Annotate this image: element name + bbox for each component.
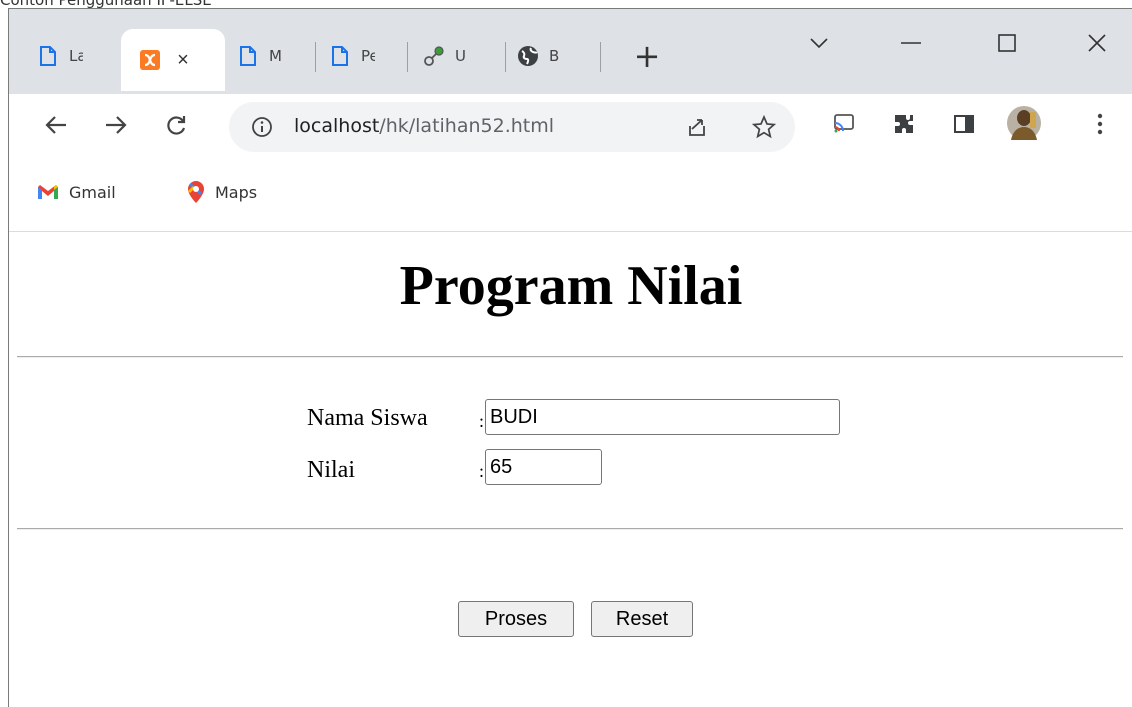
tab-title: Pe xyxy=(361,47,375,65)
page-content: Program Nilai Nama Siswa : Nilai : Prose… xyxy=(9,232,1132,707)
gmail-icon xyxy=(37,184,59,200)
extensions-icon[interactable] xyxy=(889,109,919,139)
tab-title: La xyxy=(69,47,83,65)
arrow-left-icon xyxy=(45,116,66,134)
tab-1[interactable]: La xyxy=(37,33,83,79)
page-title: Program Nilai xyxy=(399,255,743,317)
browser-toolbar: localhost/hk/latihan52.html xyxy=(9,94,1132,158)
globe-icon xyxy=(517,45,539,67)
tab-title: M xyxy=(269,47,282,65)
tab-title: B xyxy=(549,47,560,65)
tab-6[interactable]: B xyxy=(517,33,563,79)
close-tab-button[interactable]: × xyxy=(171,49,195,72)
url-path: /hk/latihan52.html xyxy=(379,115,555,137)
arrow-right-icon xyxy=(106,116,127,134)
browser-window: La × M Pe U xyxy=(8,8,1132,707)
window-close-button[interactable] xyxy=(1073,23,1121,63)
address-bar[interactable]: localhost/hk/latihan52.html xyxy=(229,102,795,152)
page-icon xyxy=(329,45,351,67)
tab-title: U xyxy=(455,47,466,65)
tab-separator xyxy=(505,42,506,72)
share-icon[interactable] xyxy=(684,114,710,140)
bookmark-label: Maps xyxy=(215,182,258,202)
tab-5[interactable]: U xyxy=(423,33,469,79)
star-icon[interactable] xyxy=(751,114,777,140)
xampp-icon xyxy=(139,49,161,71)
reload-icon xyxy=(167,116,186,135)
page-icon xyxy=(37,45,59,67)
tab-3[interactable]: M xyxy=(237,33,283,79)
reset-button[interactable]: Reset xyxy=(591,601,693,637)
maximize-button[interactable] xyxy=(983,23,1031,63)
name-input[interactable] xyxy=(485,399,840,435)
info-icon[interactable] xyxy=(251,116,273,138)
back-button[interactable] xyxy=(39,108,73,142)
bookmarks-bar: Gmail Maps xyxy=(9,158,1132,232)
chevron-down-icon xyxy=(810,38,828,49)
avatar[interactable] xyxy=(1007,106,1041,140)
link-icon xyxy=(423,45,445,67)
score-input[interactable] xyxy=(485,449,602,485)
name-label: Nama Siswa xyxy=(307,405,428,431)
side-panel-icon[interactable] xyxy=(949,109,979,139)
minimize-icon xyxy=(901,42,921,44)
minimize-button[interactable] xyxy=(887,23,935,63)
menu-icon[interactable] xyxy=(1085,109,1115,139)
tab-4[interactable]: Pe xyxy=(329,33,375,79)
new-tab-button[interactable]: + xyxy=(632,40,662,72)
bookmark-gmail[interactable]: Gmail xyxy=(37,177,116,207)
tab-strip: La × M Pe U xyxy=(9,9,1132,94)
tab-separator xyxy=(407,42,408,72)
score-label: Nilai xyxy=(307,457,355,483)
name-colon: : xyxy=(479,411,485,431)
maps-icon xyxy=(187,180,205,204)
close-icon xyxy=(1088,34,1106,52)
tab-separator xyxy=(315,42,316,72)
bookmark-maps[interactable]: Maps xyxy=(187,177,257,207)
reload-button[interactable] xyxy=(159,108,193,142)
divider xyxy=(17,528,1123,530)
forward-button[interactable] xyxy=(99,108,133,142)
url-host: localhost xyxy=(294,115,380,137)
divider xyxy=(17,356,1123,358)
url-text[interactable]: localhost/hk/latihan52.html xyxy=(294,115,554,137)
score-colon: : xyxy=(479,461,485,481)
proses-button[interactable]: Proses xyxy=(458,601,574,637)
tab-search-button[interactable] xyxy=(795,23,843,63)
page-icon xyxy=(237,45,259,67)
cast-icon[interactable] xyxy=(829,109,859,139)
tab-separator xyxy=(600,42,601,72)
tab-active[interactable]: × xyxy=(121,29,225,91)
bookmark-label: Gmail xyxy=(69,182,116,202)
maximize-icon xyxy=(998,34,1016,52)
